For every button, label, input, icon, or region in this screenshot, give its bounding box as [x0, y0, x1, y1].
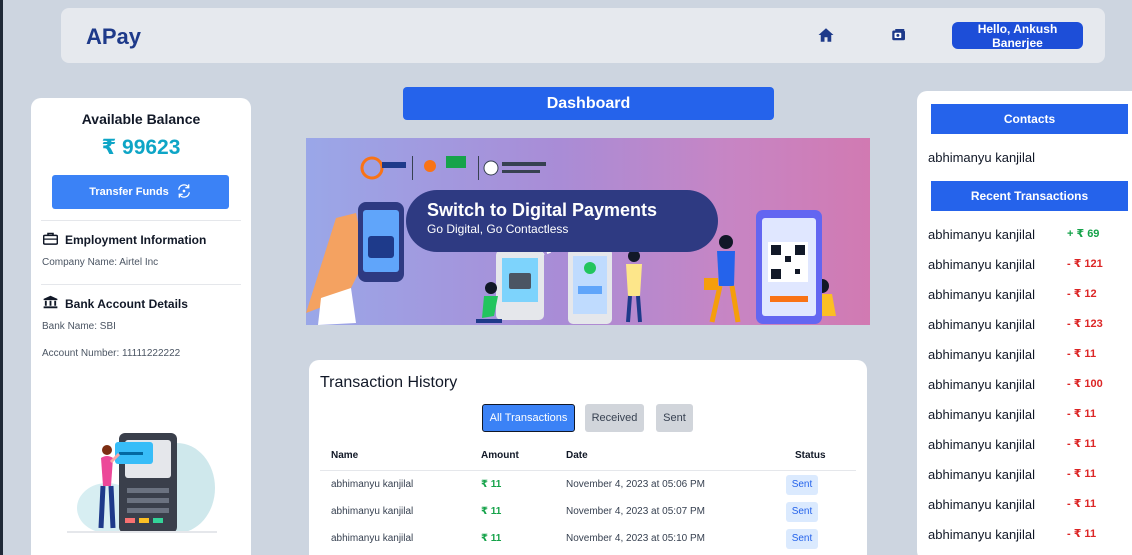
- digital-payments-banner: Switch to Digital Payments Go Digital, G…: [306, 138, 870, 325]
- recent-transaction-item[interactable]: abhimanyu kanjilal - ₹ 11: [917, 467, 1132, 497]
- app-brand[interactable]: APay: [86, 24, 141, 50]
- recent-name: abhimanyu kanjilal: [928, 467, 1035, 482]
- recent-amount: - ₹ 11: [1067, 348, 1097, 360]
- recent-amount: - ₹ 11: [1067, 528, 1097, 540]
- recent-name: abhimanyu kanjilal: [928, 227, 1035, 242]
- center-phone: [568, 248, 612, 324]
- banner-subtitle: Go Digital, Go Contactless: [427, 222, 569, 236]
- recent-name: abhimanyu kanjilal: [928, 407, 1035, 422]
- contacts-header: Contacts: [931, 104, 1128, 134]
- row-amount: ₹ 11: [481, 479, 502, 490]
- recent-transaction-item[interactable]: abhimanyu kanjilal - ₹ 123: [917, 317, 1132, 347]
- account-number: Account Number: 11111222222: [42, 348, 181, 359]
- wallet-phone: [496, 250, 544, 320]
- divider: [41, 284, 241, 285]
- recent-name: abhimanyu kanjilal: [928, 347, 1035, 362]
- recent-amount: - ₹ 100: [1067, 378, 1103, 390]
- payment-terminal-illustration: [67, 433, 217, 533]
- recent-amount: + ₹ 69: [1067, 228, 1100, 240]
- transaction-history-title: Transaction History: [320, 374, 458, 391]
- home-icon[interactable]: [817, 26, 835, 44]
- row-date: November 4, 2023 at 05:10 PM: [566, 533, 705, 544]
- column-header-name: Name: [331, 450, 359, 461]
- recent-transaction-item[interactable]: abhimanyu kanjilal - ₹ 121: [917, 257, 1132, 287]
- logo-strip: [360, 156, 546, 180]
- recent-name: abhimanyu kanjilal: [928, 257, 1035, 272]
- recent-name: abhimanyu kanjilal: [928, 437, 1035, 452]
- recent-name: abhimanyu kanjilal: [928, 527, 1035, 542]
- employment-heading: Employment Information: [42, 232, 207, 248]
- wallet-icon[interactable]: [890, 26, 908, 44]
- header-divider: [320, 470, 856, 471]
- recent-transaction-item[interactable]: abhimanyu kanjilal - ₹ 11: [917, 527, 1132, 555]
- bank-title: Bank Account Details: [65, 296, 188, 311]
- right-sidebar: Contacts abhimanyu kanjilal Recent Trans…: [917, 91, 1132, 555]
- recent-transaction-item[interactable]: abhimanyu kanjilal - ₹ 11: [917, 347, 1132, 377]
- row-name: abhimanyu kanjilal: [331, 533, 414, 544]
- user-greeting-button[interactable]: Hello, Ankush Banerjee: [952, 22, 1083, 50]
- recent-name: abhimanyu kanjilal: [928, 317, 1035, 332]
- qr-phone: [756, 210, 822, 324]
- company-name: Company Name: Airtel Inc: [42, 257, 159, 268]
- table-row[interactable]: abhimanyu kanjilal ₹ 11 November 4, 2023…: [309, 529, 867, 555]
- recent-transaction-item[interactable]: abhimanyu kanjilal - ₹ 11: [917, 437, 1132, 467]
- filter-all-button[interactable]: All Transactions: [482, 404, 575, 432]
- status-badge: Sent: [786, 502, 818, 522]
- recent-amount: - ₹ 123: [1067, 318, 1103, 330]
- balance-value: ₹ 99623: [101, 136, 181, 159]
- briefcase-icon: [42, 232, 59, 248]
- status-badge: Sent: [786, 529, 818, 549]
- recent-name: abhimanyu kanjilal: [928, 497, 1035, 512]
- column-header-amount: Amount: [481, 450, 519, 461]
- hand-phone: [306, 202, 404, 325]
- transfer-funds-label: Transfer Funds: [89, 186, 169, 198]
- bank-heading: Bank Account Details: [43, 295, 188, 312]
- table-row[interactable]: abhimanyu kanjilal ₹ 11 November 4, 2023…: [309, 475, 867, 502]
- contact-item[interactable]: abhimanyu kanjilal: [928, 150, 1035, 165]
- bank-icon: [43, 295, 58, 312]
- table-row[interactable]: abhimanyu kanjilal ₹ 11 November 4, 2023…: [309, 502, 867, 529]
- divider: [41, 220, 241, 221]
- bank-name: Bank Name: SBI: [42, 321, 116, 332]
- employment-title: Employment Information: [65, 233, 207, 247]
- dashboard-button[interactable]: Dashboard: [403, 87, 774, 120]
- row-date: November 4, 2023 at 05:06 PM: [566, 479, 705, 490]
- top-navbar: APay Hello, Ankush Banerjee: [61, 8, 1105, 63]
- status-badge: Sent: [786, 475, 818, 495]
- balance-label: Available Balance: [81, 111, 201, 127]
- recent-transactions-header: Recent Transactions: [931, 181, 1128, 211]
- recent-name: abhimanyu kanjilal: [928, 287, 1035, 302]
- recent-transaction-item[interactable]: abhimanyu kanjilal - ₹ 100: [917, 377, 1132, 407]
- row-amount: ₹ 11: [481, 533, 502, 544]
- recent-amount: - ₹ 11: [1067, 408, 1097, 420]
- recent-amount: - ₹ 11: [1067, 498, 1097, 510]
- recent-transaction-item[interactable]: abhimanyu kanjilal - ₹ 12: [917, 287, 1132, 317]
- row-name: abhimanyu kanjilal: [331, 506, 414, 517]
- recent-transaction-item[interactable]: abhimanyu kanjilal - ₹ 11: [917, 407, 1132, 437]
- recent-amount: - ₹ 121: [1067, 258, 1103, 270]
- transfer-funds-button[interactable]: Transfer Funds: [52, 175, 229, 209]
- recent-amount: - ₹ 11: [1067, 468, 1097, 480]
- transaction-history-card: Transaction History All Transactions Rec…: [309, 360, 867, 555]
- recent-transaction-item[interactable]: abhimanyu kanjilal - ₹ 11: [917, 497, 1132, 527]
- column-header-status: Status: [795, 450, 826, 461]
- row-date: November 4, 2023 at 05:07 PM: [566, 506, 705, 517]
- window-edge: [0, 0, 3, 555]
- recent-amount: - ₹ 12: [1067, 288, 1097, 300]
- recent-amount: - ₹ 11: [1067, 438, 1097, 450]
- recent-name: abhimanyu kanjilal: [928, 377, 1035, 392]
- filter-sent-button[interactable]: Sent: [656, 404, 693, 432]
- row-name: abhimanyu kanjilal: [331, 479, 414, 490]
- recent-transaction-item[interactable]: abhimanyu kanjilal + ₹ 69: [917, 227, 1132, 257]
- transfer-refresh-icon: [176, 183, 192, 202]
- filter-received-button[interactable]: Received: [585, 404, 644, 432]
- account-summary-card: Available Balance ₹ 99623 Transfer Funds…: [31, 98, 251, 555]
- row-amount: ₹ 11: [481, 506, 502, 517]
- banner-title: Switch to Digital Payments: [427, 200, 658, 220]
- column-header-date: Date: [566, 450, 588, 461]
